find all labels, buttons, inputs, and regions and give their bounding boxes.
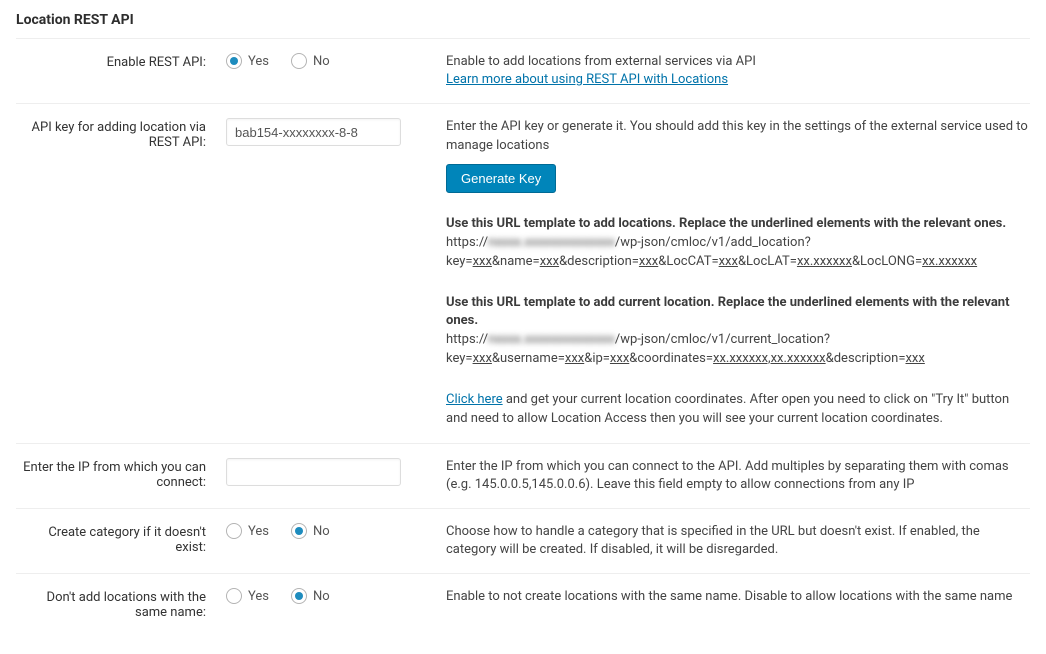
label-enable-api: Enable REST API: xyxy=(16,53,226,70)
generate-key-button[interactable]: Generate Key xyxy=(446,164,556,193)
label-ip: Enter the IP from which you can connect: xyxy=(16,458,226,490)
row-no-dupe: Don't add locations with the same name: … xyxy=(16,573,1030,634)
click-here-link[interactable]: Click here xyxy=(446,392,503,407)
no-dupe-radio-group: Yes No xyxy=(226,588,446,604)
enable-api-desc: Enable to add locations from external se… xyxy=(446,53,1030,71)
click-here-text: and get your current location coordinate… xyxy=(446,392,1009,426)
radio-icon xyxy=(291,523,307,539)
enable-api-no[interactable]: No xyxy=(291,53,330,69)
row-create-category: Create category if it doesn't exist: Yes… xyxy=(16,508,1030,573)
url-template-add-heading: Use this URL template to add locations. … xyxy=(446,216,1006,231)
learn-more-link[interactable]: Learn more about using REST API with Loc… xyxy=(446,72,728,87)
ip-desc: Enter the IP from which you can connect … xyxy=(446,458,1030,494)
create-category-radio-group: Yes No xyxy=(226,523,446,539)
label-create-category: Create category if it doesn't exist: xyxy=(16,523,226,555)
radio-label: No xyxy=(313,524,330,539)
radio-label: Yes xyxy=(248,54,269,69)
url-template-add: https://nxxxx.xxxxxxxxxxxxxx/wp-json/cml… xyxy=(446,235,977,269)
url-template-current-heading: Use this URL template to add current loc… xyxy=(446,295,1010,329)
radio-icon xyxy=(226,523,242,539)
enable-api-yes[interactable]: Yes xyxy=(226,53,269,69)
radio-label: Yes xyxy=(248,589,269,604)
no-dupe-yes[interactable]: Yes xyxy=(226,588,269,604)
radio-label: No xyxy=(313,54,330,69)
radio-icon xyxy=(291,588,307,604)
row-api-key: API key for adding location via REST API… xyxy=(16,103,1030,442)
label-no-dupe: Don't add locations with the same name: xyxy=(16,588,226,620)
create-category-desc: Choose how to handle a category that is … xyxy=(446,523,1030,559)
create-category-no[interactable]: No xyxy=(291,523,330,539)
no-dupe-no[interactable]: No xyxy=(291,588,330,604)
no-dupe-desc: Enable to not create locations with the … xyxy=(446,588,1030,606)
ip-input[interactable] xyxy=(226,458,401,486)
radio-label: No xyxy=(313,589,330,604)
section-title: Location REST API xyxy=(16,12,1030,28)
api-key-desc: Enter the API key or generate it. You sh… xyxy=(446,119,1028,153)
radio-icon xyxy=(226,588,242,604)
url-template-current: https://nxxxx.xxxxxxxxxxxxxx/wp-json/cml… xyxy=(446,332,925,366)
row-enable-rest-api: Enable REST API: Yes No Enable to add lo… xyxy=(16,38,1030,103)
radio-icon xyxy=(226,53,242,69)
radio-label: Yes xyxy=(248,524,269,539)
api-key-input[interactable] xyxy=(226,118,401,146)
enable-api-radio-group: Yes No xyxy=(226,53,446,69)
create-category-yes[interactable]: Yes xyxy=(226,523,269,539)
label-api-key: API key for adding location via REST API… xyxy=(16,118,226,150)
radio-icon xyxy=(291,53,307,69)
row-ip: Enter the IP from which you can connect:… xyxy=(16,443,1030,508)
